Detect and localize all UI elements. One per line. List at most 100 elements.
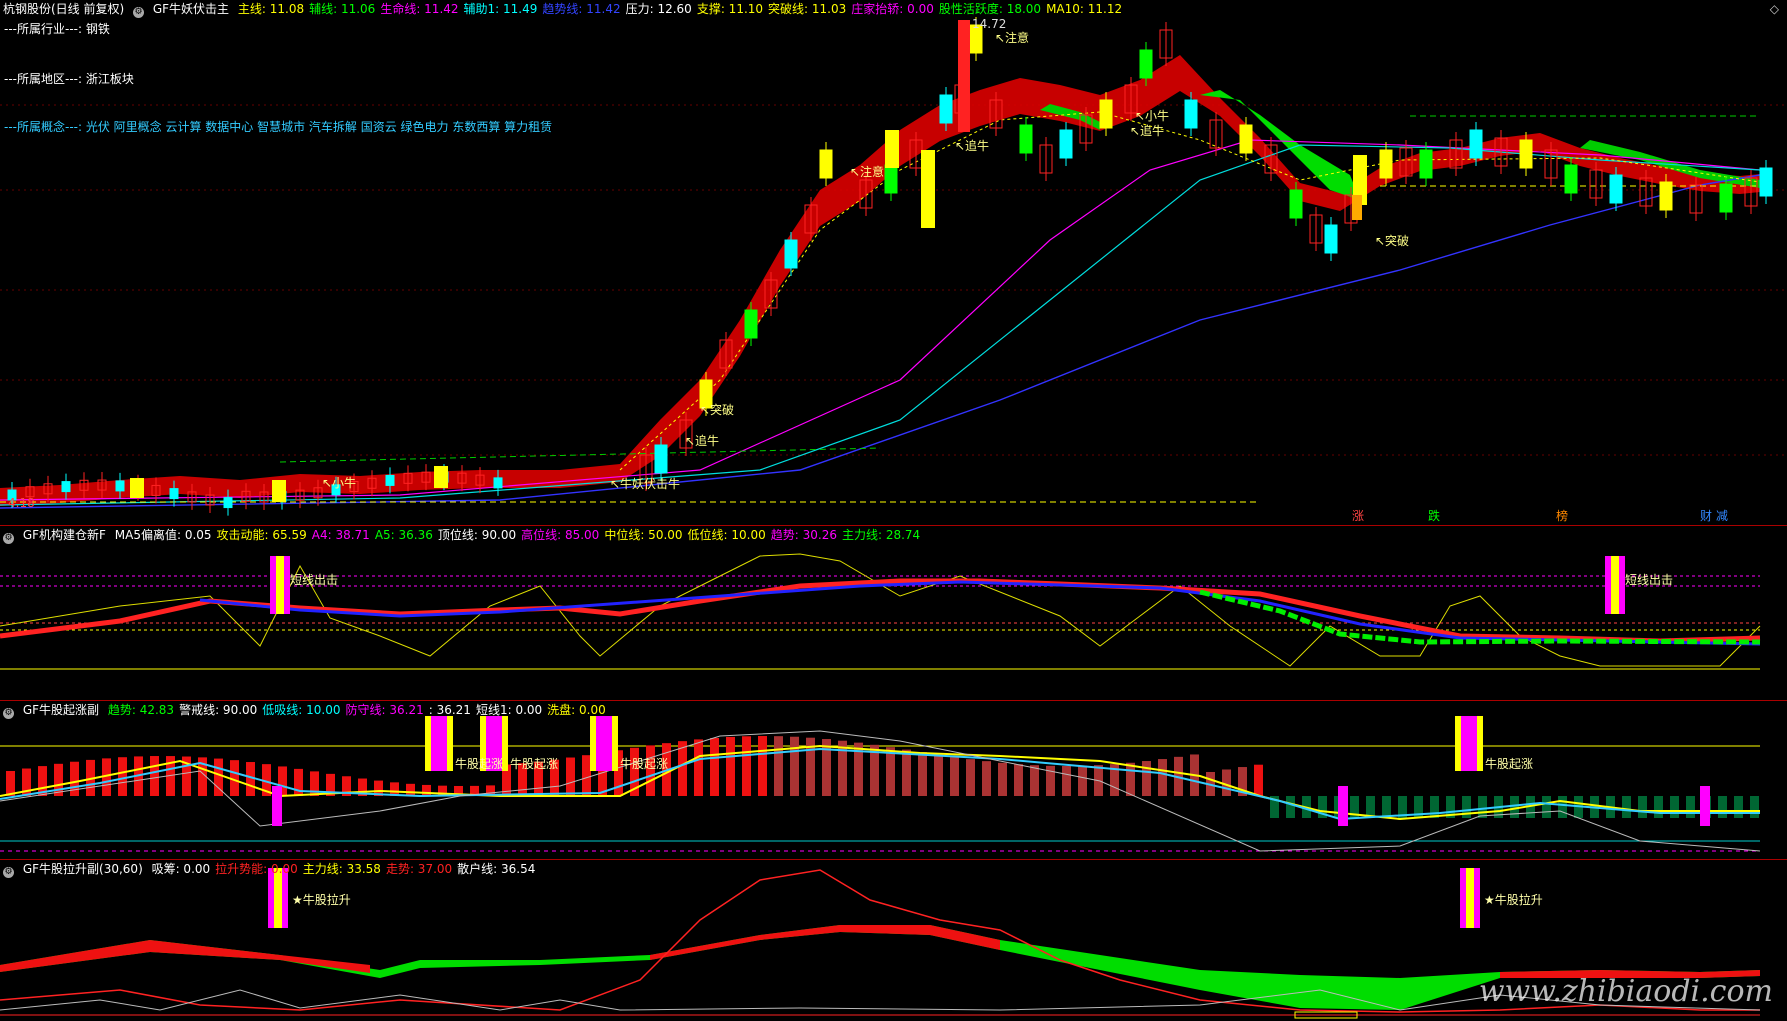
annotation-label: ↖小牛 — [322, 475, 356, 490]
candle — [939, 94, 953, 124]
histogram-bar — [1718, 796, 1727, 818]
histogram-bar — [1366, 796, 1375, 818]
ma-line-cyan — [0, 144, 1761, 506]
bottom-tag: 涨 — [1352, 508, 1364, 523]
main-param-7: 突破线: 11.03 — [768, 2, 847, 16]
candle — [819, 149, 833, 179]
histogram-bar — [1126, 762, 1135, 796]
gear-icon[interactable]: ⚙ — [3, 533, 14, 544]
annotation-label: ↖注意 — [850, 164, 884, 179]
annotation-label: ↖突破 — [700, 402, 734, 417]
p3-param-4: : 36.21 — [428, 703, 471, 717]
histogram-bar — [406, 783, 415, 796]
signal-label: 牛股起涨 — [1485, 756, 1533, 771]
signal-bar — [1700, 786, 1710, 826]
main-price-chart[interactable]: 14.72 4.18 ↖注意 ↖注意 ↖追牛 ↖追牛 ↖突破 ↖突破 ↖小牛 ↖小牛 ↖牛妖伏击牛 ↖… — [0, 0, 1787, 525]
signal-label: 短线出击 — [1625, 573, 1673, 587]
candle — [654, 444, 668, 474]
candle — [1324, 224, 1338, 254]
p2-chart[interactable]: 短线出击 短线出击 — [0, 526, 1787, 700]
main-param-9: 股性活跃度: 18.00 — [938, 2, 1042, 16]
p3-param-6: 洗盘: 0.00 — [547, 703, 606, 717]
candle — [1519, 139, 1533, 169]
p2-param-0: MA5偏离值: 0.05 — [114, 528, 212, 542]
main-param-6: 支撑: 11.10 — [696, 2, 764, 16]
signal-label: 牛股起涨 — [455, 756, 503, 771]
candle — [784, 239, 798, 269]
p2-header: ⚙ GF机构建仓新F MA5偏离值: 0.05 攻击动能: 65.59 A4: 38… — [0, 526, 930, 544]
diamond-icon[interactable]: ◇ — [1770, 2, 1779, 16]
annotation-label: ↖突破 — [1375, 233, 1409, 248]
histogram-bar — [790, 736, 799, 796]
histogram-bar — [1734, 796, 1743, 818]
gear-icon[interactable]: ⚙ — [3, 708, 14, 719]
main-indicator-name[interactable]: GF牛妖伏击主 — [153, 2, 229, 16]
lift-band-red — [0, 940, 370, 973]
p4-indicator-name[interactable]: GF牛股拉升副(30,60) — [23, 862, 143, 876]
indicator-pane-3[interactable]: ⚙ GF牛股起涨副 趋势: 42.83 警戒线: 90.00 低吸线: 10.00 防… — [0, 701, 1787, 859]
main-param-2: 生命线: 11.42 — [380, 2, 459, 16]
signal-bar — [1461, 716, 1477, 771]
p2-indicator-name[interactable]: GF机构建仓新F — [23, 528, 106, 542]
histogram-bar — [1638, 796, 1647, 818]
histogram-bar — [566, 757, 575, 796]
gear-icon[interactable]: ⚙ — [133, 7, 145, 18]
ma-line-magenta — [0, 139, 1761, 501]
stock-title[interactable]: 杭钢股份(日线 前复权) — [3, 2, 124, 16]
histogram-bar — [934, 754, 943, 796]
indicator-pane-2[interactable]: ⚙ GF机构建仓新F MA5偏离值: 0.05 攻击动能: 65.59 A4: 38… — [0, 526, 1787, 700]
histogram-bar — [1510, 796, 1519, 818]
histogram-bar — [966, 759, 975, 796]
candle — [1099, 99, 1113, 129]
main-param-10: MA10: 11.12 — [1046, 2, 1123, 16]
ma-line-blue — [0, 174, 1761, 509]
histogram-bar — [1686, 796, 1695, 818]
p3-indicator-name[interactable]: GF牛股起涨副 — [23, 703, 99, 717]
histogram-bar — [998, 762, 1007, 796]
price-low-label: 4.18 — [8, 496, 35, 510]
bottom-tag: 财 — [1700, 509, 1712, 523]
candle — [744, 309, 758, 339]
p3-params: 趋势: 42.83 警戒线: 90.00 低吸线: 10.00 防守线: 36.21:… — [108, 703, 611, 717]
histogram-bar — [710, 737, 719, 796]
p3-header: ⚙ GF牛股起涨副 趋势: 42.83 警戒线: 90.00 低吸线: 10.00 防… — [0, 701, 616, 719]
trend-band-red — [0, 578, 1761, 644]
annotation-label: ↖追牛 — [1130, 123, 1164, 138]
histogram-bar — [1014, 764, 1023, 796]
histogram-bar — [1430, 796, 1439, 818]
main-chart-pane[interactable]: 杭钢股份(日线 前复权) ⚙ GF牛妖伏击主 主线: 11.08 辅线: 11.0… — [0, 0, 1787, 525]
p2-param-8: 趋势: 30.26 — [770, 528, 837, 542]
main-param-4: 趋势线: 11.42 — [542, 2, 621, 16]
histogram-bar — [1030, 765, 1039, 796]
histogram-bar — [1142, 761, 1151, 796]
candle — [493, 477, 503, 489]
volume-candle — [272, 480, 286, 502]
candle — [1469, 129, 1483, 159]
signal-label: 牛股起涨 — [620, 756, 668, 771]
main-param-3: 辅助1: 11.49 — [463, 2, 538, 16]
gear-icon[interactable]: ⚙ — [3, 867, 14, 878]
histogram-bar — [742, 736, 751, 796]
annotation-label: ↖注意 — [995, 30, 1029, 45]
signal-bar — [596, 716, 612, 771]
p2-param-2: A4: 38.71 — [311, 528, 370, 542]
candle — [1759, 167, 1773, 197]
annotation-label: ↖牛妖伏击牛 — [610, 476, 680, 491]
histogram-bar — [1382, 796, 1391, 818]
histogram-bar — [1254, 764, 1263, 796]
bottom-tag: 减 — [1716, 509, 1728, 523]
histogram-bar — [1622, 796, 1631, 818]
indicator-pane-4[interactable]: ⚙ GF牛股拉升副(30,60) 吸筹: 0.00 拉升势能: 0.00 主力线: … — [0, 860, 1787, 1021]
candle — [169, 488, 179, 500]
main-param-0: 主线: 11.08 — [237, 2, 305, 16]
p3-chart[interactable]: 牛股起涨 牛股起涨 牛股起涨 牛股起涨 — [0, 701, 1787, 859]
p2-param-9: 主力线: 28.74 — [841, 528, 921, 542]
candle — [958, 20, 970, 132]
p4-param-4: 散户线: 36.54 — [457, 862, 536, 876]
p2-param-1: 攻击动能: 65.59 — [216, 528, 307, 542]
histogram-bar — [70, 761, 79, 796]
p2-param-4: 顶位线: 90.00 — [437, 528, 517, 542]
bottom-tag: 跌 — [1428, 508, 1440, 523]
histogram-bar — [6, 771, 15, 796]
candle — [1239, 124, 1253, 154]
